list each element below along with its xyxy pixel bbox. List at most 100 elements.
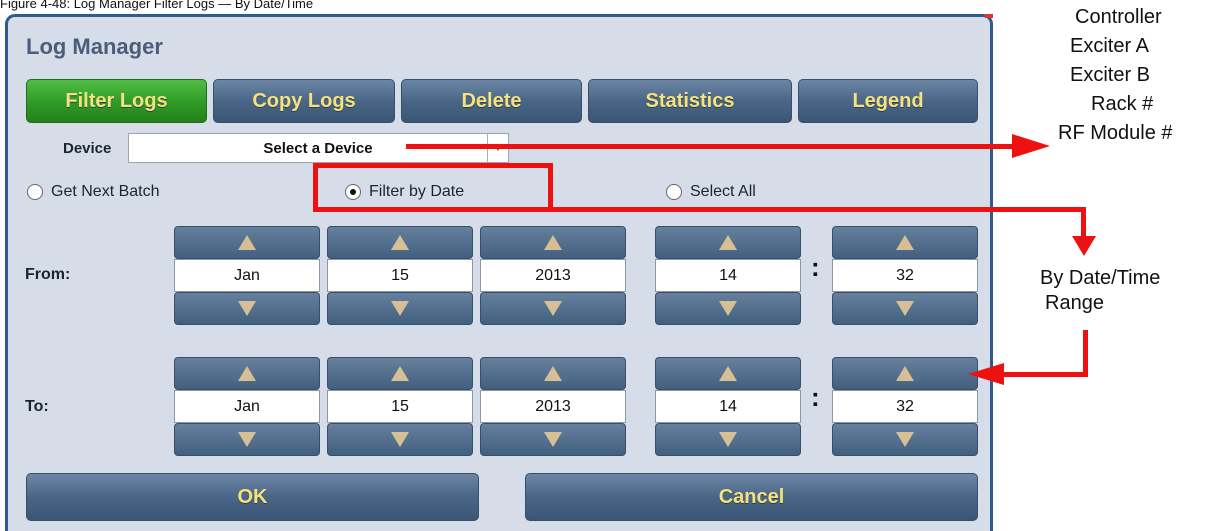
- arrow-up-icon: [391, 235, 409, 250]
- date-callout-line: [553, 207, 1086, 212]
- arrow-up-icon: [719, 366, 737, 381]
- from-time-separator: :: [811, 252, 820, 282]
- date-callout-drop: [1081, 207, 1086, 237]
- tab-filter-logs[interactable]: Filter Logs: [26, 79, 207, 123]
- date-callout-arrowhead: [1072, 236, 1096, 256]
- to-callout-riser: [1083, 330, 1088, 377]
- from-year-field[interactable]: 2013: [480, 259, 626, 292]
- to-hour-down-button[interactable]: [655, 423, 801, 456]
- highlight-box-left: [313, 163, 318, 212]
- arrow-down-icon: [719, 432, 737, 447]
- arrow-up-icon: [544, 235, 562, 250]
- tab-copy-logs[interactable]: Copy Logs: [213, 79, 395, 123]
- from-year-down-button[interactable]: [480, 292, 626, 325]
- highlight-box-right: [548, 163, 553, 212]
- to-minute-up-button[interactable]: [832, 357, 978, 390]
- annotation-device-exciter-a: Exciter A: [1070, 35, 1149, 57]
- to-year-up-button[interactable]: [480, 357, 626, 390]
- from-day-spinner: 15: [327, 226, 473, 325]
- to-month-up-button[interactable]: [174, 357, 320, 390]
- from-year-spinner: 2013: [480, 226, 626, 325]
- from-month-up-button[interactable]: [174, 226, 320, 259]
- radio-label: Select All: [690, 183, 756, 200]
- from-month-spinner: Jan: [174, 226, 320, 325]
- arrow-up-icon: [719, 235, 737, 250]
- from-minute-down-button[interactable]: [832, 292, 978, 325]
- arrow-up-icon: [896, 366, 914, 381]
- tab-delete[interactable]: Delete: [401, 79, 582, 123]
- to-time-separator: :: [811, 382, 820, 412]
- window-title: Log Manager: [26, 34, 163, 59]
- to-minute-down-button[interactable]: [832, 423, 978, 456]
- from-month-down-button[interactable]: [174, 292, 320, 325]
- to-day-down-button[interactable]: [327, 423, 473, 456]
- to-year-down-button[interactable]: [480, 423, 626, 456]
- from-hour-down-button[interactable]: [655, 292, 801, 325]
- to-callout-line: [1003, 372, 1088, 377]
- annotation-device-rf-module: RF Module #: [1058, 122, 1173, 144]
- arrow-down-icon: [391, 432, 409, 447]
- annotation-device-exciter-b: Exciter B: [1070, 64, 1151, 86]
- to-day-spinner: 15: [327, 357, 473, 456]
- from-minute-field[interactable]: 32: [832, 259, 978, 292]
- to-day-up-button[interactable]: [327, 357, 473, 390]
- cancel-button[interactable]: Cancel: [525, 473, 978, 521]
- to-year-field[interactable]: 2013: [480, 390, 626, 423]
- window-corner-mark: [985, 14, 993, 18]
- from-day-field[interactable]: 15: [327, 259, 473, 292]
- device-label: Device: [63, 140, 112, 157]
- radio-filter-by-date[interactable]: Filter by Date: [345, 183, 464, 201]
- from-hour-up-button[interactable]: [655, 226, 801, 259]
- from-hour-spinner: 14: [655, 226, 801, 325]
- from-minute-up-button[interactable]: [832, 226, 978, 259]
- arrow-up-icon: [544, 366, 562, 381]
- radio-select-all[interactable]: Select All: [666, 183, 756, 201]
- from-day-down-button[interactable]: [327, 292, 473, 325]
- arrow-down-icon: [238, 301, 256, 316]
- to-label: To:: [25, 398, 49, 415]
- arrow-down-icon: [544, 432, 562, 447]
- arrow-down-icon: [896, 301, 914, 316]
- annotation-date-range-line1: By Date/Time: [1040, 267, 1161, 289]
- radio-label: Get Next Batch: [51, 183, 160, 200]
- ok-button[interactable]: OK: [26, 473, 479, 521]
- arrow-up-icon: [896, 235, 914, 250]
- to-month-spinner: Jan: [174, 357, 320, 456]
- annotation-date-range-line2: Range: [1045, 292, 1104, 314]
- device-callout-line: [406, 144, 1013, 149]
- to-year-spinner: 2013: [480, 357, 626, 456]
- arrow-up-icon: [238, 366, 256, 381]
- to-hour-spinner: 14: [655, 357, 801, 456]
- arrow-down-icon: [896, 432, 914, 447]
- tab-legend[interactable]: Legend: [798, 79, 978, 123]
- arrow-down-icon: [238, 432, 256, 447]
- arrow-up-icon: [391, 366, 409, 381]
- from-month-field[interactable]: Jan: [174, 259, 320, 292]
- highlight-box-top: [313, 163, 553, 168]
- radio-selected-icon: [345, 184, 361, 200]
- device-callout-arrowhead: [1012, 134, 1050, 158]
- radio-get-next-batch[interactable]: Get Next Batch: [27, 183, 160, 201]
- to-callout-arrowhead: [968, 363, 1004, 385]
- to-day-field[interactable]: 15: [327, 390, 473, 423]
- from-day-up-button[interactable]: [327, 226, 473, 259]
- from-label: From:: [25, 266, 71, 283]
- arrow-down-icon: [391, 301, 409, 316]
- to-minute-field[interactable]: 32: [832, 390, 978, 423]
- annotation-device-rack: Rack #: [1091, 93, 1154, 115]
- to-hour-up-button[interactable]: [655, 357, 801, 390]
- arrow-down-icon: [544, 301, 562, 316]
- to-month-field[interactable]: Jan: [174, 390, 320, 423]
- to-hour-field[interactable]: 14: [655, 390, 801, 423]
- to-minute-spinner: 32: [832, 357, 978, 456]
- to-month-down-button[interactable]: [174, 423, 320, 456]
- arrow-up-icon: [238, 235, 256, 250]
- radio-circle-icon: [666, 184, 682, 200]
- from-minute-spinner: 32: [832, 226, 978, 325]
- radio-label: Filter by Date: [369, 183, 465, 200]
- tab-statistics[interactable]: Statistics: [588, 79, 792, 123]
- radio-circle-icon: [27, 184, 43, 200]
- from-hour-field[interactable]: 14: [655, 259, 801, 292]
- highlight-box-bottom: [313, 207, 553, 212]
- from-year-up-button[interactable]: [480, 226, 626, 259]
